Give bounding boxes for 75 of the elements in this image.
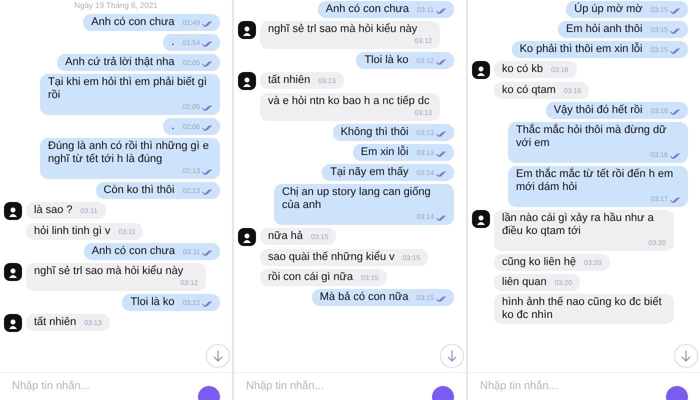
scroll-down-button[interactable] [206,344,230,368]
message-text: lần nào cái gì xảy ra hầu như a điều ko qtam tới [502,212,655,238]
double-check-icon [202,250,212,256]
message-text: Anh cứ trả lời thật nha [65,56,174,69]
double-check-icon [436,130,446,136]
double-check-icon [202,60,212,66]
double-check-icon [202,300,212,306]
message-text: Không thì thôi [340,126,408,139]
avatar-icon [4,263,22,281]
message-text: Thắc mắc hỏi thôi mà đừng dữ với em [516,124,668,150]
message-text: Chị an up story lang can giống của anh [282,186,432,212]
double-check-icon [436,296,446,302]
message-text: hỏi linh tinh gì v [34,225,110,238]
message-text: rồi con cái gì nữa [268,271,354,284]
double-check-icon [670,8,680,14]
arrow-down-icon [681,350,691,362]
double-check-icon [436,150,446,156]
message-text: Ko phải thì thôi em xin lỗi [520,43,642,56]
message-text: ko có qtam [502,84,556,97]
message-text: Anh có con chưa [326,3,409,16]
message-text: Vậy thôi đó hết rồi [554,104,642,117]
message-text: là sao ? [34,204,73,217]
message-text: liên quan [502,276,547,289]
double-check-icon [202,124,212,130]
message-text: Anh có con chưa [91,16,174,29]
double-check-icon [202,104,212,110]
double-check-icon [202,40,212,46]
avatar-icon [238,228,256,246]
avatar-icon [238,21,256,39]
message-text: Còn ko thì thôi [104,184,174,197]
double-check-icon [202,168,212,174]
message-text: . [171,120,174,133]
message-text: Tại khi em hỏi thì em phải biết gì rồi [48,76,208,102]
message-text: . [171,36,174,49]
double-check-icon [436,214,446,220]
message-text: hình ảnh thế nao cũng ko đc biết ko đc nhìn [502,296,663,322]
arrow-down-icon [213,350,223,362]
avatar-icon [472,210,490,228]
date-label: Ngày 19 Tháng 6, 2021 [73,1,159,11]
avatar-icon [4,202,22,220]
double-check-icon [436,8,446,14]
avatar-icon [238,72,256,90]
double-check-icon [670,196,680,202]
message-text: tất nhiên [268,74,310,87]
message-text: sao quài thế những kiểu v [268,251,395,264]
message-text: Em xin lỗi [360,146,408,159]
message-text: ko có kb [502,63,543,76]
avatar-icon [4,314,22,332]
scroll-down-button[interactable] [674,344,698,368]
message-text: Em hỏi anh thôi [566,23,642,36]
avatar-icon [472,61,490,79]
message-text: Úp úp mờ mờ [574,3,642,16]
message-text: Tại nãy em thấy [330,166,408,179]
message-text: Đúng là anh có rồi thì những gì e nghĩ từ tết tới h là đúng [48,140,210,166]
message-text: nghĩ sẻ trl sao mà hỏi kiểu này [34,265,184,278]
message-text: nữa hả [268,230,303,243]
message-text: Tloi là ko [364,54,408,67]
double-check-icon [436,58,446,64]
double-check-icon [670,108,680,114]
message-text: Anh có con chưa [92,245,175,258]
message-text: nghĩ sẻ trl sao mà hỏi kiểu này [268,23,418,36]
double-check-icon [436,170,446,176]
double-check-icon [670,28,680,34]
scroll-down-button[interactable] [440,344,464,368]
message-text: tất nhiên [34,316,76,329]
double-check-icon [670,48,680,54]
double-check-icon [670,152,680,158]
arrow-down-icon [447,350,457,362]
double-check-icon [202,20,212,26]
message-text: Tloi là ko [130,296,174,309]
message-text: cũng ko liên hệ [502,256,576,269]
message-text: Em thắc mắc từ tết rồi đến h em mới dám hỏi [516,168,674,194]
double-check-icon [202,188,212,194]
message-text: Mà bả có con nữa [320,291,408,304]
message-text: và e hỏi ntn ko bao h a nc tiếp dc [268,95,430,108]
